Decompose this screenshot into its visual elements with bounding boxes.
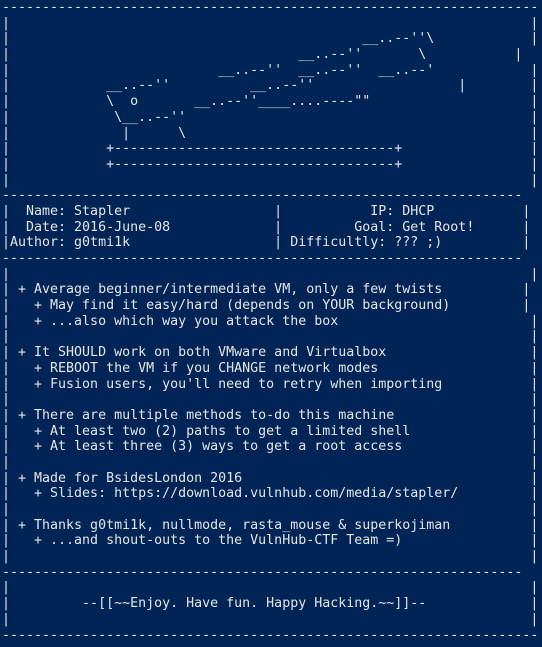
- terminal-line: |Author: g0tmi1k | Difficultly: ??? ;) |: [2, 235, 531, 251]
- terminal-line: | + Fusion users, you'll need to retry w…: [2, 376, 539, 392]
- terminal-line: | | \ |: [2, 125, 539, 141]
- terminal-line: | |: [2, 329, 539, 345]
- terminal-line: | |: [2, 392, 539, 408]
- terminal-line: | |: [2, 266, 539, 282]
- terminal-line: ----------------------------------------…: [2, 251, 523, 266]
- terminal-line: ----------------------------------------…: [2, 627, 539, 643]
- terminal-line: | + ...and shout-outs to the VulnHub-CTF…: [2, 533, 539, 549]
- terminal-line: | + Made for BsidesLondon 2016 |: [2, 470, 539, 486]
- terminal-line: | + Thanks g0tmi1k, nullmode, rasta_mous…: [2, 517, 539, 533]
- terminal-line: | + May find it easy/hard (depends on YO…: [2, 298, 531, 314]
- terminal-line: | + Slides: https://download.vulnhub.com…: [2, 486, 539, 502]
- terminal-line: | |: [2, 549, 539, 565]
- terminal-line: | __..--'' __..--'' __..--' |: [2, 62, 539, 78]
- terminal-line: | + At least two (2) paths to get a limi…: [2, 423, 539, 439]
- terminal-line: | +-----------------------------------+ …: [2, 141, 539, 157]
- terminal-line: | |: [2, 611, 539, 627]
- terminal-line: | __..--'' \ |: [2, 47, 523, 63]
- terminal-line: | +-----------------------------------+ …: [2, 156, 539, 172]
- terminal-line: | + There are multiple methods to-do thi…: [2, 407, 539, 423]
- terminal-line: | |: [2, 502, 539, 517]
- terminal-line: | Date: 2016-June-08 | Goal: Get Root! |: [2, 219, 531, 235]
- terminal-line: | Name: Stapler | IP: DHCP |: [2, 203, 531, 219]
- terminal-line: | __..--'' __..--'' | |: [2, 78, 539, 94]
- terminal-line: | + At least three (3) ways to get a roo…: [2, 439, 539, 455]
- terminal-line: | __..--''\ |: [2, 31, 539, 47]
- terminal-line: | + REBOOT the VM if you CHANGE network …: [2, 360, 539, 376]
- terminal-line: ----------------------------------------…: [2, 564, 523, 580]
- terminal-line: | --[[~~Enjoy. Have fun. Happy Hacking.~…: [2, 596, 539, 612]
- terminal-line: | \__..--'' |: [2, 109, 539, 125]
- terminal-line: | + Average beginner/intermediate VM, on…: [2, 282, 531, 298]
- terminal-line: | |: [2, 454, 539, 470]
- terminal-window[interactable]: ----------------------------------------…: [0, 0, 542, 647]
- terminal-line: | \ o __..--''____....----"" |: [2, 94, 539, 110]
- terminal-line: | |: [2, 580, 539, 596]
- terminal-line: | + ...also which way you attack the box…: [2, 313, 539, 329]
- terminal-line: | + It SHOULD work on both VMware and Vi…: [2, 345, 539, 361]
- terminal-output: ----------------------------------------…: [2, 0, 538, 643]
- terminal-line: | |: [2, 15, 539, 31]
- terminal-line: ----------------------------------------…: [2, 0, 539, 15]
- terminal-line: ----------------------------------------…: [2, 188, 523, 204]
- terminal-line: | |: [2, 172, 539, 188]
